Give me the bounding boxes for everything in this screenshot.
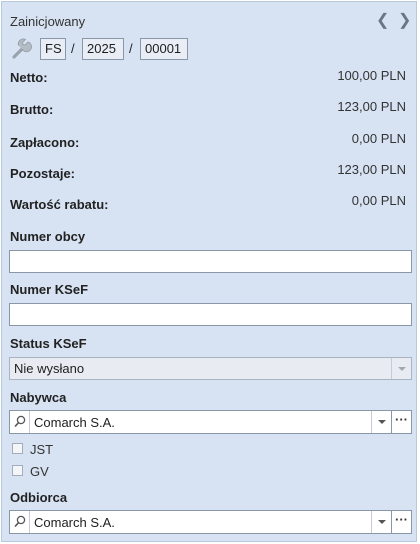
ksef-status-value: Nie wysłano xyxy=(14,361,85,376)
external-number-label: Numer obcy xyxy=(10,229,86,244)
chevron-down-icon xyxy=(391,358,411,379)
recipient-field[interactable]: Comarch S.A. xyxy=(9,510,392,534)
paid-label: Zapłacono: xyxy=(10,135,80,150)
chevron-down-icon[interactable] xyxy=(371,411,391,433)
ksef-status-select: Nie wysłano xyxy=(9,357,412,380)
chevron-right-icon[interactable]: ❯ xyxy=(398,10,411,30)
buyer-more-button[interactable]: ··· xyxy=(391,410,412,434)
number-separator: / xyxy=(71,41,75,56)
netto-label: Netto: xyxy=(10,70,48,85)
buyer-label: Nabywca xyxy=(10,390,67,405)
ksef-number-label: Numer KSeF xyxy=(10,282,89,297)
ksef-status-label: Status KSeF xyxy=(10,336,87,351)
discount-label: Wartość rabatu: xyxy=(10,197,109,212)
remaining-value: 123,00 PLN xyxy=(337,162,406,177)
remaining-label: Pozostaje: xyxy=(10,166,76,181)
recipient-value: Comarch S.A. xyxy=(34,515,115,530)
chevron-left-icon[interactable]: ❮ xyxy=(376,10,389,30)
wrench-icon[interactable] xyxy=(10,37,34,61)
netto-value: 100,00 PLN xyxy=(337,68,406,83)
ksef-number-input[interactable] xyxy=(9,303,412,326)
external-number-input[interactable] xyxy=(9,250,412,273)
recipient-label: Odbiorca xyxy=(10,490,68,505)
gv-checkbox[interactable] xyxy=(12,465,23,476)
sequence-number-field[interactable]: 00001 xyxy=(140,38,188,60)
discount-value: 0,00 PLN xyxy=(351,193,406,208)
chevron-down-icon[interactable] xyxy=(371,511,391,533)
series-prefix-field[interactable]: FS xyxy=(40,38,66,60)
jst-label: JST xyxy=(30,442,54,457)
search-icon[interactable] xyxy=(10,511,30,533)
gv-label: GV xyxy=(30,464,49,479)
paid-value: 0,00 PLN xyxy=(351,131,406,146)
number-separator: / xyxy=(129,41,133,56)
jst-checkbox[interactable] xyxy=(12,443,23,454)
search-icon[interactable] xyxy=(10,411,30,433)
buyer-value: Comarch S.A. xyxy=(34,415,115,430)
recipient-more-button[interactable]: ··· xyxy=(391,510,412,534)
document-panel: Zainicjowany ❮ ❯ FS / 2025 / 00001 Netto… xyxy=(1,1,417,542)
brutto-value: 123,00 PLN xyxy=(337,99,406,114)
year-field[interactable]: 2025 xyxy=(82,38,124,60)
document-status: Zainicjowany xyxy=(10,14,86,29)
buyer-field[interactable]: Comarch S.A. xyxy=(9,410,392,434)
brutto-label: Brutto: xyxy=(10,102,54,117)
